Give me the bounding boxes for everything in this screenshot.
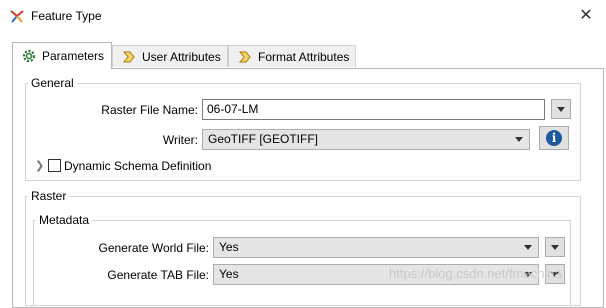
metadata-group bbox=[33, 220, 571, 306]
metadata-group-title: Metadata bbox=[36, 213, 93, 227]
generate-tab-file-label: Generate TAB File: bbox=[107, 268, 209, 282]
chevron-down-icon bbox=[551, 245, 559, 250]
dynamic-schema-checkbox[interactable] bbox=[48, 159, 61, 172]
chevron-down-icon bbox=[515, 137, 523, 142]
raster-group-title: Raster bbox=[28, 189, 70, 203]
watermark-text: https://blog.csdn.net/fmechina bbox=[389, 266, 562, 281]
raster-file-name-label: Raster File Name: bbox=[101, 103, 198, 117]
writer-label: Writer: bbox=[162, 133, 198, 147]
generate-world-file-select[interactable]: Yes bbox=[213, 237, 539, 258]
general-group-title: General bbox=[28, 76, 77, 90]
info-icon: i bbox=[546, 130, 562, 146]
gear-icon bbox=[22, 49, 36, 63]
dynamic-schema-label: Dynamic Schema Definition bbox=[64, 159, 212, 173]
fme-app-icon bbox=[10, 10, 24, 23]
raster-file-name-input[interactable]: 06-07-LM bbox=[202, 99, 545, 120]
tab-label: User Attributes bbox=[142, 49, 221, 64]
tab-parameters[interactable]: Parameters bbox=[12, 42, 112, 69]
generate-world-file-label: Generate World File: bbox=[98, 241, 210, 255]
tab-format-attributes[interactable]: Format Attributes bbox=[228, 45, 356, 67]
tab-label: Format Attributes bbox=[258, 49, 350, 64]
title-bar: Feature Type ✕ bbox=[0, 0, 606, 32]
close-button[interactable]: ✕ bbox=[576, 7, 596, 25]
writer-info-button[interactable]: i bbox=[539, 126, 569, 150]
generate-world-file-menu-button[interactable] bbox=[545, 237, 565, 257]
generate-world-file-value: Yes bbox=[219, 240, 239, 254]
window-title: Feature Type bbox=[31, 9, 102, 23]
tab-user-attributes[interactable]: User Attributes bbox=[112, 45, 228, 67]
tab-label: Parameters bbox=[42, 49, 105, 63]
raster-file-name-menu-button[interactable] bbox=[551, 99, 571, 119]
chevron-down-icon bbox=[557, 107, 565, 112]
arrow-right-icon bbox=[238, 51, 251, 62]
writer-value: GeoTIFF [GEOTIFF] bbox=[208, 132, 319, 146]
chevron-right-icon[interactable]: ❯ bbox=[35, 159, 44, 172]
generate-tab-file-value: Yes bbox=[219, 267, 239, 281]
writer-select[interactable]: GeoTIFF [GEOTIFF] bbox=[202, 129, 530, 150]
arrow-right-icon bbox=[122, 51, 135, 62]
chevron-down-icon bbox=[524, 245, 532, 250]
